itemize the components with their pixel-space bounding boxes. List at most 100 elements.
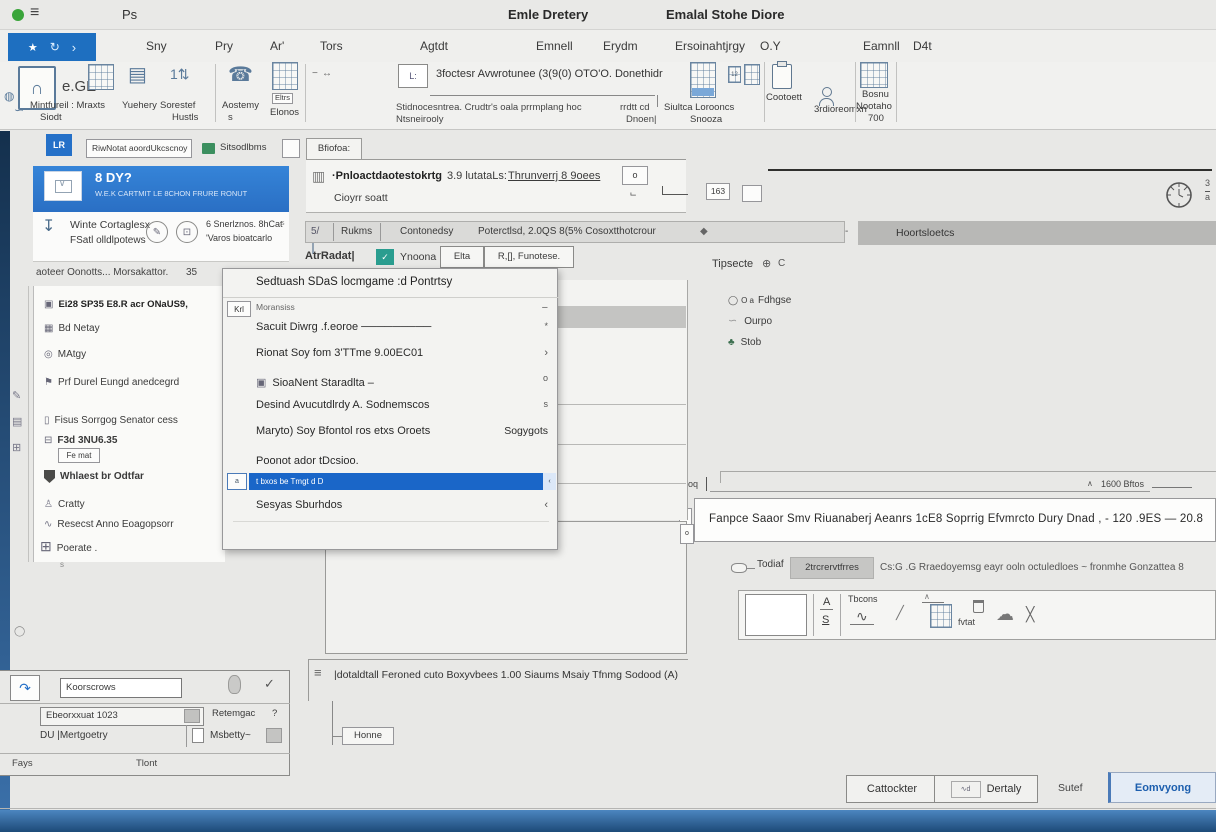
- printer-icon[interactable]: ▤: [128, 64, 147, 87]
- copy-circle-icon[interactable]: ⊡: [176, 221, 198, 243]
- honne-tag[interactable]: Honne: [342, 727, 394, 745]
- folder-item[interactable]: ⚑Prf Durel Eungd anedcegrd: [44, 372, 179, 390]
- compose-o-button[interactable]: o: [680, 524, 694, 544]
- menu-item-selected[interactable]: t bxos be Tmgt d D: [249, 473, 543, 490]
- tab-sny[interactable]: Sny: [146, 40, 167, 54]
- caret-icon[interactable]: ∧: [1087, 479, 1093, 488]
- eltrs-button[interactable]: [272, 62, 298, 90]
- font-a-label[interactable]: A: [820, 596, 833, 610]
- table-icon[interactable]: [930, 604, 952, 628]
- blank-swatch[interactable]: [745, 594, 807, 636]
- folder-item[interactable]: ⊞Poerate .: [40, 538, 97, 556]
- menu-item-sesyas[interactable]: Sesyas Sburhdos‹: [256, 499, 548, 511]
- menu-item-desind[interactable]: Desind Avucutdlrdy A. Sodnemscoss: [256, 399, 548, 411]
- folder-item[interactable]: ⊟F3d 3NU6.35: [44, 430, 117, 448]
- selected-mail-banner[interactable]: 8 DY? W.E.K CARTMIT LE 8CHON FRURE RONUT: [33, 166, 289, 212]
- folder-item[interactable]: ∿Resecst Anno Eoagopsorr: [44, 514, 174, 532]
- menu-item-rionat[interactable]: Rionat Soy fom 3'TTme 9.00EC01›: [256, 347, 548, 359]
- photos-tab[interactable]: Bfiofoa:: [306, 138, 362, 159]
- folder-item[interactable]: ♙Cratty: [44, 494, 85, 512]
- chevron-right-icon[interactable]: ›: [72, 40, 76, 55]
- subject-field[interactable]: Fanpce Saaor Smv Riuanaberj Aeanrs 1cE8 …: [694, 498, 1216, 542]
- count-163-box[interactable]: 163: [706, 183, 730, 200]
- elta-button[interactable]: Elta: [440, 246, 484, 268]
- glove-icon[interactable]: [228, 675, 241, 694]
- msbetty-label[interactable]: Msbetty~: [210, 730, 251, 742]
- folder-item[interactable]: ▦Bd Netay: [44, 318, 100, 336]
- gray-button[interactable]: 2trcrervtfrres: [790, 557, 874, 579]
- menu-item-sacuit[interactable]: Sacuit Diwrg .f.eoroe ─────────*: [256, 321, 548, 333]
- rows-rail-icon[interactable]: ▤: [12, 416, 22, 429]
- redo-tab[interactable]: ↷: [10, 675, 40, 701]
- pin-icon[interactable]: ★: [28, 41, 38, 54]
- dertaly-button[interactable]: ∿d Dertaly: [934, 775, 1038, 803]
- menu-item-poonot[interactable]: Poonot ador tDcsioo.: [256, 451, 548, 469]
- font-s-label[interactable]: S: [822, 614, 829, 627]
- tree-item[interactable]: ♣Stob: [728, 332, 761, 350]
- small-box[interactable]: [282, 139, 300, 158]
- tab-pry[interactable]: Pry: [215, 40, 233, 54]
- trash-icon[interactable]: [973, 600, 984, 613]
- eomvyong-button[interactable]: Eomvyong: [1108, 772, 1216, 803]
- menu-icon[interactable]: ≡: [30, 4, 39, 22]
- grid-rail-icon[interactable]: ⊞: [12, 442, 21, 455]
- ruler-icon[interactable]: L:: [398, 64, 428, 88]
- hoorts-bar[interactable]: Hoortsloetcs: [858, 221, 1216, 245]
- tab-oy[interactable]: O.Y: [760, 40, 781, 54]
- field-button[interactable]: [184, 709, 200, 723]
- tab-d4t[interactable]: D4t: [913, 40, 932, 54]
- folder-item[interactable]: ▯Fisus Sorrgog Senator cess: [44, 410, 178, 428]
- clock-icon[interactable]: [1164, 180, 1194, 210]
- mraxts-button[interactable]: [88, 64, 114, 90]
- folder-item[interactable]: ▣Ei28 SP35 E8.R acr ONaUS9,: [44, 294, 188, 312]
- section-row-label[interactable]: aoteer Oonotts... Morsakattor.: [36, 267, 168, 279]
- cattockter-button[interactable]: Cattockter: [846, 775, 938, 803]
- tab-eamnll[interactable]: Eamnll: [863, 40, 900, 54]
- cloud-icon[interactable]: ☁: [996, 604, 1014, 625]
- tab-tors[interactable]: Tors: [320, 40, 343, 54]
- filter-label[interactable]: Sitsodlbms: [220, 143, 266, 154]
- pen-icon[interactable]: ╱: [896, 606, 904, 621]
- tab-emnell[interactable]: Emnell: [536, 40, 573, 54]
- check-icon[interactable]: ✓: [264, 677, 275, 692]
- menu-item-maryto[interactable]: Maryto) Soy Bfontol ros etxs OroetsSogyg…: [256, 425, 548, 437]
- tab-erydm[interactable]: Erydm: [603, 40, 638, 54]
- refresh-icon[interactable]: ↻: [50, 40, 60, 54]
- folder-item[interactable]: Whlaest br Odtfar: [44, 470, 144, 483]
- download-icon[interactable]: ↧: [42, 218, 55, 236]
- tab-agtdt[interactable]: Agtdt: [420, 40, 448, 54]
- clipboard-icon[interactable]: [772, 64, 792, 89]
- tree-item[interactable]: ∽Ourpo: [728, 311, 772, 329]
- folder-item[interactable]: ◎MAtgy: [44, 344, 86, 362]
- o-button[interactable]: o: [622, 166, 648, 185]
- edit-circle-icon[interactable]: ✎: [146, 221, 168, 243]
- tools-icon[interactable]: ╳: [1026, 606, 1034, 622]
- tree-item[interactable]: ◯O aFdhgse: [728, 290, 791, 308]
- signature-icon[interactable]: ∿: [850, 608, 874, 625]
- menu-item-sioanent[interactable]: ▣SioaNent Staradlta –o: [256, 373, 548, 391]
- ynoona-label[interactable]: Ynoona: [400, 251, 436, 263]
- lr-badge[interactable]: LR: [46, 134, 72, 156]
- plus-circle-icon[interactable]: ⊕: [762, 258, 771, 271]
- status-contonedsy[interactable]: Contonedsy: [400, 226, 453, 238]
- pencil-rail-icon[interactable]: ✎: [12, 390, 21, 403]
- small-gray-box[interactable]: [266, 728, 282, 743]
- sutef-button[interactable]: Sutef: [1058, 782, 1083, 794]
- phone-icon[interactable]: ☎: [228, 64, 253, 87]
- fe-mat-button[interactable]: Fe mat: [58, 448, 100, 463]
- sort-icon[interactable]: 1⇅: [170, 66, 190, 82]
- circle-rail-icon[interactable]: ◯: [14, 626, 25, 638]
- menu-item-moransiss[interactable]: Moransiss−: [256, 302, 548, 314]
- quick-access-toolbar[interactable]: ★ ↻ ›: [8, 33, 96, 61]
- small-box[interactable]: [742, 185, 762, 202]
- calc-large-icon[interactable]: [744, 64, 760, 85]
- tab-ersoinahtjrgy[interactable]: Ersoinahtjrgy: [675, 40, 745, 54]
- popup-field[interactable]: Ebeorxxuat 1023: [40, 707, 204, 726]
- check-badge[interactable]: ✓: [376, 249, 394, 265]
- window-dot-icon[interactable]: [12, 9, 24, 21]
- funotese-button[interactable]: R,[], Funotese.: [484, 246, 574, 268]
- search-input[interactable]: RiwNotat aoordUkcscnoy: [86, 139, 192, 158]
- popup-input[interactable]: Koorscrows: [60, 678, 182, 698]
- question-label[interactable]: ?: [272, 709, 277, 720]
- bosnu-button[interactable]: [860, 62, 888, 88]
